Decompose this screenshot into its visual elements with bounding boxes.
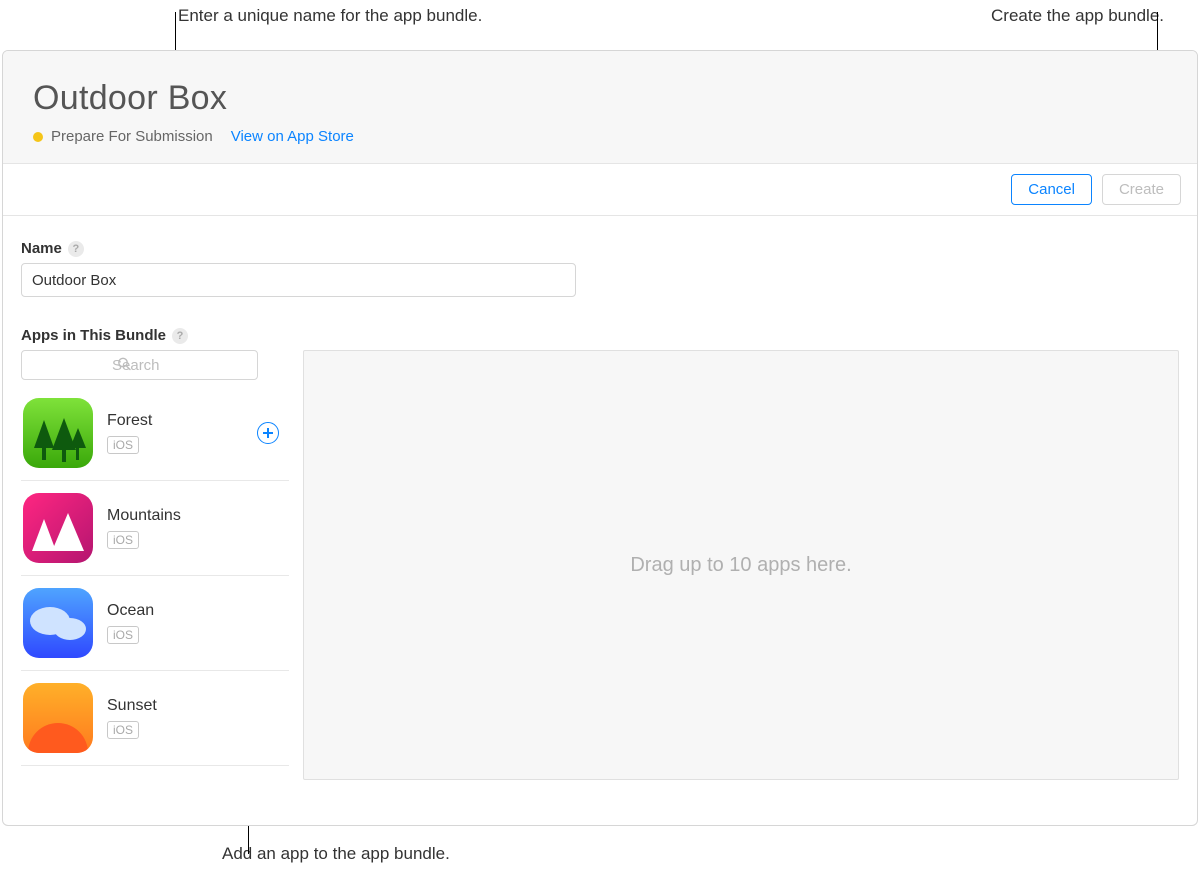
apps-label: Apps in This Bundle bbox=[21, 327, 166, 344]
name-label-row: Name ? bbox=[21, 240, 1179, 257]
app-meta: Sunset iOS bbox=[107, 697, 157, 739]
drop-zone-text: Drag up to 10 apps here. bbox=[630, 554, 851, 577]
bundle-name-input[interactable] bbox=[21, 263, 576, 297]
help-icon[interactable]: ? bbox=[68, 241, 84, 257]
content-area: Name ? Apps in This Bundle ? ForestiOSMo… bbox=[3, 216, 1197, 798]
annotation-name: Enter a unique name for the app bundle. bbox=[178, 6, 482, 26]
app-row[interactable]: Mountains iOS bbox=[21, 481, 289, 576]
platform-badge: iOS bbox=[107, 721, 139, 739]
add-app-button[interactable] bbox=[257, 422, 279, 444]
panel-header: Outdoor Box Prepare For Submission View … bbox=[3, 51, 1197, 164]
status-text: Prepare For Submission bbox=[51, 128, 213, 145]
app-row[interactable]: Forest iOS bbox=[21, 386, 289, 481]
app-name: Ocean bbox=[107, 602, 154, 620]
app-name: Forest bbox=[107, 412, 152, 430]
app-icon bbox=[23, 398, 93, 468]
status-row: Prepare For Submission View on App Store bbox=[33, 128, 1167, 145]
platform-badge: iOS bbox=[107, 436, 139, 454]
search-input[interactable] bbox=[21, 350, 258, 380]
app-row[interactable]: Ocean iOS bbox=[21, 576, 289, 671]
search-wrap bbox=[21, 350, 289, 380]
name-label: Name bbox=[21, 240, 62, 257]
apps-label-row: Apps in This Bundle ? bbox=[21, 327, 1179, 344]
view-on-app-store-link[interactable]: View on App Store bbox=[231, 128, 354, 145]
bundle-panel: Outdoor Box Prepare For Submission View … bbox=[2, 50, 1198, 826]
help-icon[interactable]: ? bbox=[172, 328, 188, 344]
app-name: Sunset bbox=[107, 697, 157, 715]
cancel-button[interactable]: Cancel bbox=[1011, 174, 1092, 205]
apps-list-column: Forest iOS Mountains iOS Ocean iOS Sunset iOS bbox=[21, 350, 289, 780]
annotation-add: Add an app to the app bundle. bbox=[222, 844, 450, 864]
app-meta: Mountains iOS bbox=[107, 507, 181, 549]
page-title: Outdoor Box bbox=[33, 79, 1167, 118]
create-button[interactable]: Create bbox=[1102, 174, 1181, 205]
app-icon bbox=[23, 493, 93, 563]
status-dot-icon bbox=[33, 132, 43, 142]
app-meta: Ocean iOS bbox=[107, 602, 154, 644]
app-icon bbox=[23, 588, 93, 658]
app-name: Mountains bbox=[107, 507, 181, 525]
app-meta: Forest iOS bbox=[107, 412, 152, 454]
apps-list: Forest iOS Mountains iOS Ocean iOS Sunset iOS bbox=[21, 386, 289, 766]
annotation-create: Create the app bundle. bbox=[991, 6, 1164, 26]
action-bar: Cancel Create bbox=[3, 164, 1197, 216]
apps-section: Apps in This Bundle ? ForestiOSMountains… bbox=[21, 327, 1179, 780]
app-row[interactable]: Sunset iOS bbox=[21, 671, 289, 766]
platform-badge: iOS bbox=[107, 626, 139, 644]
apps-layout: Forest iOS Mountains iOS Ocean iOS Sunset iOS D… bbox=[21, 350, 1179, 780]
drop-zone[interactable]: Drag up to 10 apps here. bbox=[303, 350, 1179, 780]
platform-badge: iOS bbox=[107, 531, 139, 549]
app-icon bbox=[23, 683, 93, 753]
